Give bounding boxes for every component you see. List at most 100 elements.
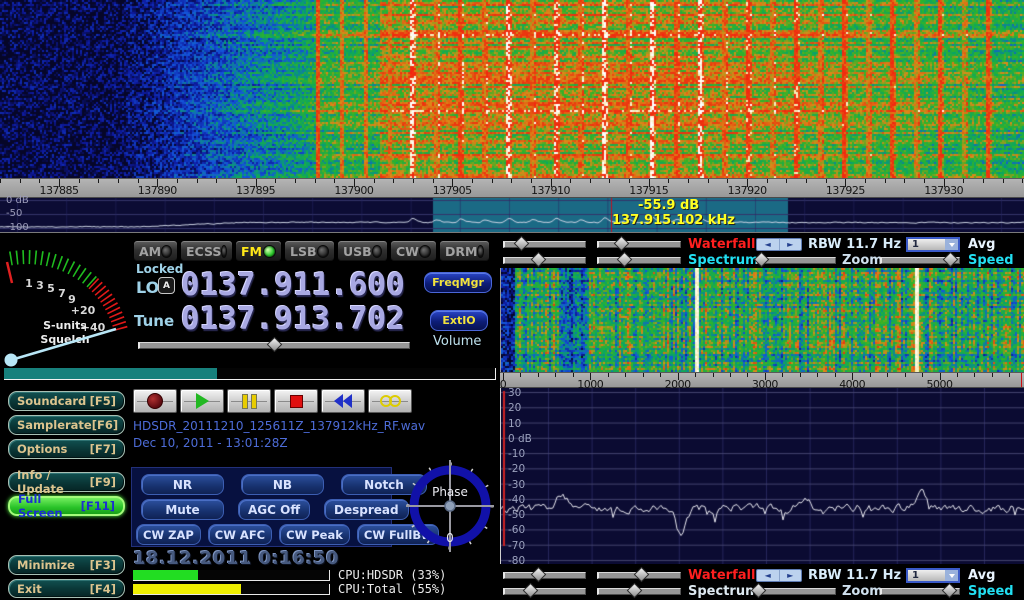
bottom-rbw-scrollbar[interactable]: ◄► [756, 569, 802, 582]
ruler-tick [177, 179, 178, 183]
mode-led [477, 245, 484, 258]
main-spectrum-display[interactable]: 0 dB-50-100 -55.9 dB 137.915.102 kHz [0, 198, 1024, 233]
full-screen-button[interactable]: Full Screen[F11] [8, 496, 125, 516]
db-scale-label: -50 [508, 509, 525, 521]
lo-label: LO [136, 278, 159, 297]
rbw-left-arrow-icon[interactable]: ◄ [757, 570, 780, 581]
despread-button[interactable]: Despread [324, 499, 409, 520]
mode-button-cw[interactable]: CW [390, 240, 437, 262]
pause-button[interactable] [227, 389, 271, 413]
nr-button[interactable]: NR [141, 474, 224, 495]
ruler-tick [511, 179, 512, 183]
cw-peak-button[interactable]: CW Peak [279, 524, 350, 545]
top-waterfall-contrast-slider[interactable] [597, 237, 681, 250]
mode-button-ecss[interactable]: ECSS [180, 240, 233, 262]
bottom-spectrum-range-slider[interactable] [503, 584, 586, 597]
loop-button[interactable] [368, 389, 412, 413]
tune-frequency-display[interactable]: 0137.913.702 [181, 304, 405, 335]
audio-frequency-ruler[interactable]: 010002000300040005000 [500, 372, 1024, 388]
top-spectrum-offset-slider[interactable] [597, 253, 681, 266]
top-waterfall-brightness-slider[interactable] [503, 237, 586, 250]
ruler-tick [887, 373, 888, 377]
button-key: [F3] [90, 558, 116, 572]
cursor-db-readout: -55.9 dB [638, 198, 699, 213]
ruler-tick [538, 373, 539, 377]
mode-label: AM [139, 244, 161, 259]
top-spectrum-range-slider[interactable] [503, 253, 586, 266]
rbw-right-arrow-icon[interactable]: ► [780, 570, 802, 581]
main-waterfall-display[interactable] [0, 0, 1024, 178]
top-avg-select[interactable]: 1 [906, 237, 960, 252]
db-scale-label: 30 [508, 387, 521, 399]
mode-button-fm[interactable]: FM [235, 240, 282, 262]
ruler-tick [573, 373, 574, 377]
speed-label: Speed [968, 253, 1014, 268]
ruler-tick [472, 179, 473, 183]
freqmgr-button[interactable]: FreqMgr [424, 272, 492, 293]
bottom-waterfall-contrast-slider[interactable] [597, 568, 681, 581]
top-rbw-scrollbar[interactable]: ◄► [756, 238, 802, 251]
bottom-avg-select[interactable]: 1 [906, 568, 960, 583]
cursor-frequency-readout: 137.915.102 kHz [612, 213, 735, 228]
soundcard-button[interactable]: Soundcard[F5] [8, 391, 125, 411]
ruler-tick [20, 179, 21, 183]
ruler-label: 137930 [924, 184, 963, 197]
agc-button[interactable]: AGC Off [238, 499, 310, 520]
ruler-tick [315, 179, 316, 183]
button-label: Options [17, 442, 67, 456]
mode-label: FM [241, 244, 262, 259]
db-scale-label: 0 dB [508, 433, 532, 445]
options-button[interactable]: Options[F7] [8, 439, 125, 459]
info-update-button[interactable]: Info / Update[F9] [8, 472, 125, 492]
audio-spectrum-display[interactable]: 3020100 dB-10-20-30-40-50-60-70-80 [500, 388, 1024, 564]
bottom-zoom-slider[interactable] [756, 584, 836, 597]
ruler-tick [39, 179, 40, 183]
playback-progress-bar[interactable] [4, 368, 496, 380]
mode-button-am[interactable]: AM [133, 240, 178, 262]
audio-waterfall-display[interactable] [500, 268, 1024, 372]
bottom-speed-slider[interactable] [880, 584, 960, 597]
ruler-tick [708, 179, 709, 183]
cw-afc-button[interactable]: CW AFC [208, 524, 272, 545]
mode-label: DRM [445, 244, 477, 259]
db-scale-label: -100 [6, 222, 29, 233]
ruler-tick [374, 179, 375, 183]
rbw-right-arrow-icon[interactable]: ► [780, 239, 802, 250]
spectrum-label: Spectrum [688, 253, 759, 268]
ruler-tick [334, 179, 335, 183]
mode-led [317, 245, 330, 258]
db-scale-label: 20 [508, 402, 521, 414]
mode-led [419, 245, 431, 258]
extio-button[interactable]: ExtIO [430, 310, 488, 331]
bottom-waterfall-brightness-slider[interactable] [503, 568, 586, 581]
rbw-left-arrow-icon[interactable]: ◄ [757, 239, 780, 250]
lo-frequency-display[interactable]: 0137.911.600 [181, 270, 405, 301]
mode-button-drm[interactable]: DRM [439, 240, 490, 262]
cw-zap-button[interactable]: CW ZAP [136, 524, 201, 545]
ruler-tick [817, 373, 818, 377]
nb-button[interactable]: NB [241, 474, 324, 495]
play-button[interactable] [180, 389, 224, 413]
zoom-label: Zoom [842, 253, 883, 268]
ruler-tick [433, 179, 434, 183]
volume-slider[interactable] [138, 338, 410, 351]
exit-button[interactable]: Exit[F4] [8, 579, 125, 598]
hdsdr-app: 1378851378901378951379001379051379101379… [0, 0, 1024, 600]
record-button[interactable] [133, 389, 177, 413]
top-speed-slider[interactable] [880, 253, 960, 266]
bottom-spectrum-offset-slider[interactable] [597, 584, 681, 597]
stop-button[interactable] [274, 389, 318, 413]
mode-led [372, 245, 382, 258]
lo-auto-button[interactable]: A [158, 277, 175, 294]
mode-button-lsb[interactable]: LSB [284, 240, 335, 262]
dropdown-arrow-icon[interactable] [945, 570, 958, 581]
minimize-button[interactable]: Minimize[F3] [8, 555, 125, 575]
rewind-button[interactable] [321, 389, 365, 413]
top-zoom-slider[interactable] [756, 253, 836, 266]
mute-button[interactable]: Mute [141, 499, 224, 520]
dropdown-arrow-icon[interactable] [945, 239, 958, 250]
samplerate-button[interactable]: Samplerate[F6] [8, 415, 125, 435]
ruler-tick [660, 373, 661, 377]
mode-button-usb[interactable]: USB [337, 240, 388, 262]
main-frequency-ruler[interactable]: 1378851378901378951379001379051379101379… [0, 178, 1024, 198]
